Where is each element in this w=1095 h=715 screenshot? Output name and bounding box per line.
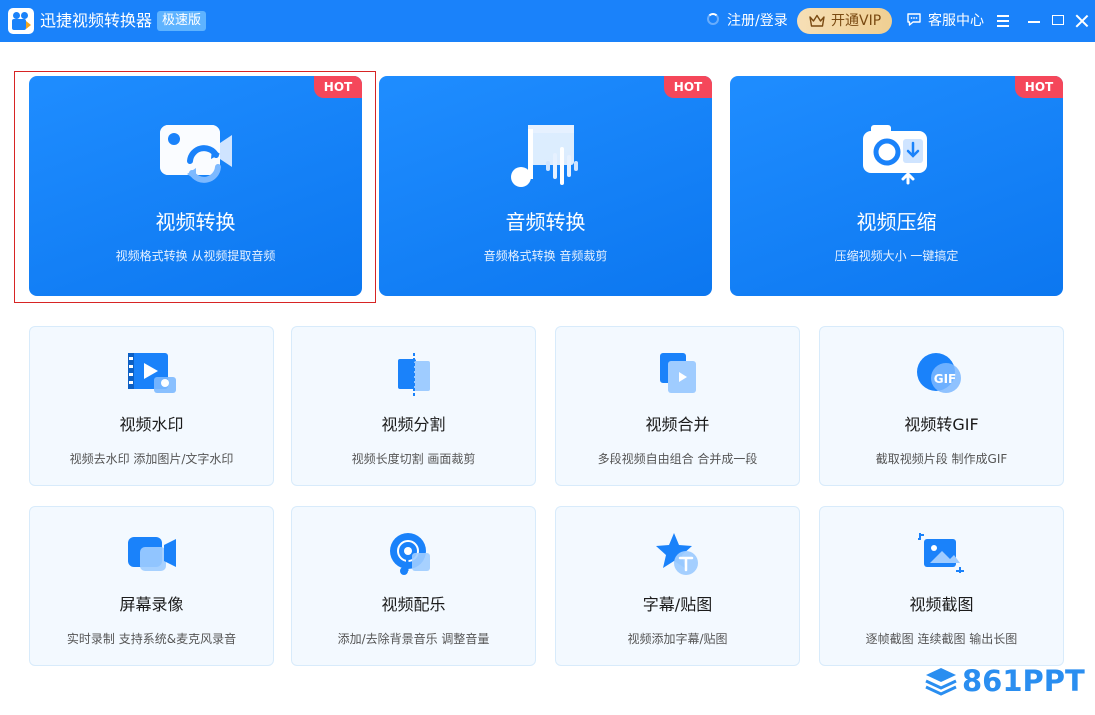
feature-title: 视频压缩 bbox=[856, 210, 937, 234]
vip-button[interactable]: 开通VIP bbox=[797, 8, 892, 34]
maximize-icon[interactable] bbox=[1047, 10, 1069, 32]
tool-card-watermark[interactable]: 视频水印 视频去水印 添加图片/文字水印 bbox=[29, 326, 274, 486]
tool-subtitle: 视频添加字幕/贴图 bbox=[627, 632, 728, 646]
tool-subtitle: 添加/去除背景音乐 调整音量 bbox=[337, 632, 490, 646]
feature-title: 音频转换 bbox=[505, 210, 586, 234]
hot-badge: HOT bbox=[1015, 76, 1063, 98]
split-icon bbox=[398, 353, 430, 397]
watermark-text: 861PPT bbox=[962, 664, 1085, 698]
app-logo-icon bbox=[8, 8, 34, 34]
feature-subtitle: 视频格式转换 从视频提取音频 bbox=[115, 249, 276, 263]
screenshot-icon bbox=[918, 533, 964, 573]
feature-card-video-compress[interactable]: HOT 视频压缩 压缩视频大小 一键搞定 bbox=[730, 76, 1063, 296]
loading-icon bbox=[707, 13, 719, 25]
feature-subtitle: 音频格式转换 音频裁剪 bbox=[483, 249, 608, 263]
tool-subtitle: 视频去水印 添加图片/文字水印 bbox=[69, 452, 234, 466]
crown-icon bbox=[809, 14, 825, 27]
music-icon bbox=[390, 533, 430, 575]
tool-subtitle: 逐帧截图 连续截图 输出长图 bbox=[865, 632, 1018, 646]
menu-icon[interactable] bbox=[992, 10, 1014, 32]
tool-title: 视频分割 bbox=[381, 415, 446, 434]
tool-title: 视频配乐 bbox=[381, 595, 446, 614]
tool-card-split[interactable]: 视频分割 视频长度切割 画面裁剪 bbox=[291, 326, 536, 486]
tool-subtitle: 多段视频自由组合 合并成一段 bbox=[597, 452, 758, 466]
video-convert-icon bbox=[160, 125, 232, 183]
hot-badge: HOT bbox=[314, 76, 362, 98]
service-center-link[interactable]: 客服中心 bbox=[928, 11, 984, 31]
svg-text:GIF: GIF bbox=[934, 372, 957, 386]
site-watermark: 861PPT bbox=[924, 664, 1085, 698]
tool-card-music[interactable]: 视频配乐 添加/去除背景音乐 调整音量 bbox=[291, 506, 536, 666]
watermark-icon bbox=[128, 353, 176, 393]
audio-convert-icon bbox=[511, 125, 578, 187]
feature-subtitle: 压缩视频大小 一键搞定 bbox=[834, 249, 959, 263]
feature-card-video-convert[interactable]: HOT 视频转换 视频格式转换 从视频提取音频 bbox=[29, 76, 362, 296]
login-link[interactable]: 注册/登录 bbox=[727, 11, 788, 31]
tool-title: 视频截图 bbox=[909, 595, 974, 614]
title-bar: 迅捷视频转换器 极速版 注册/登录 开通VIP 客服中心 bbox=[0, 0, 1095, 42]
app-title: 迅捷视频转换器 bbox=[40, 11, 153, 30]
tool-card-gif[interactable]: GIF 视频转GIF 截取视频片段 制作成GIF bbox=[819, 326, 1064, 486]
subtitle-icon bbox=[656, 533, 698, 575]
video-compress-icon bbox=[863, 125, 927, 185]
tool-title: 字幕/贴图 bbox=[642, 595, 713, 614]
tool-card-screenshot[interactable]: 视频截图 逐帧截图 连续截图 输出长图 bbox=[819, 506, 1064, 666]
tool-subtitle: 实时录制 支持系统&麦克风录音 bbox=[66, 632, 237, 646]
vip-label: 开通VIP bbox=[831, 13, 882, 29]
chat-icon[interactable] bbox=[906, 12, 922, 27]
merge-icon bbox=[660, 353, 696, 393]
tool-subtitle: 截取视频片段 制作成GIF bbox=[875, 452, 1008, 466]
tool-title: 视频水印 bbox=[119, 415, 184, 434]
minimize-icon[interactable] bbox=[1023, 10, 1045, 32]
hot-badge: HOT bbox=[664, 76, 712, 98]
feature-title: 视频转换 bbox=[155, 210, 236, 234]
tool-title: 屏幕录像 bbox=[119, 595, 184, 614]
tool-card-screen-record[interactable]: 屏幕录像 实时录制 支持系统&麦克风录音 bbox=[29, 506, 274, 666]
tool-card-merge[interactable]: 视频合并 多段视频自由组合 合并成一段 bbox=[555, 326, 800, 486]
tool-subtitle: 视频长度切割 画面裁剪 bbox=[351, 452, 476, 466]
edition-badge: 极速版 bbox=[157, 11, 207, 31]
feature-card-audio-convert[interactable]: HOT 音频转换 音频格式转换 音频裁剪 bbox=[379, 76, 712, 296]
gif-icon: GIF bbox=[917, 353, 961, 393]
screen-record-icon bbox=[128, 537, 176, 571]
close-icon[interactable] bbox=[1071, 10, 1093, 32]
tool-title: 视频合并 bbox=[645, 415, 710, 434]
layers-icon bbox=[925, 668, 957, 696]
tool-card-subtitle[interactable]: 字幕/贴图 视频添加字幕/贴图 bbox=[555, 506, 800, 666]
tool-title: 视频转GIF bbox=[904, 415, 979, 434]
